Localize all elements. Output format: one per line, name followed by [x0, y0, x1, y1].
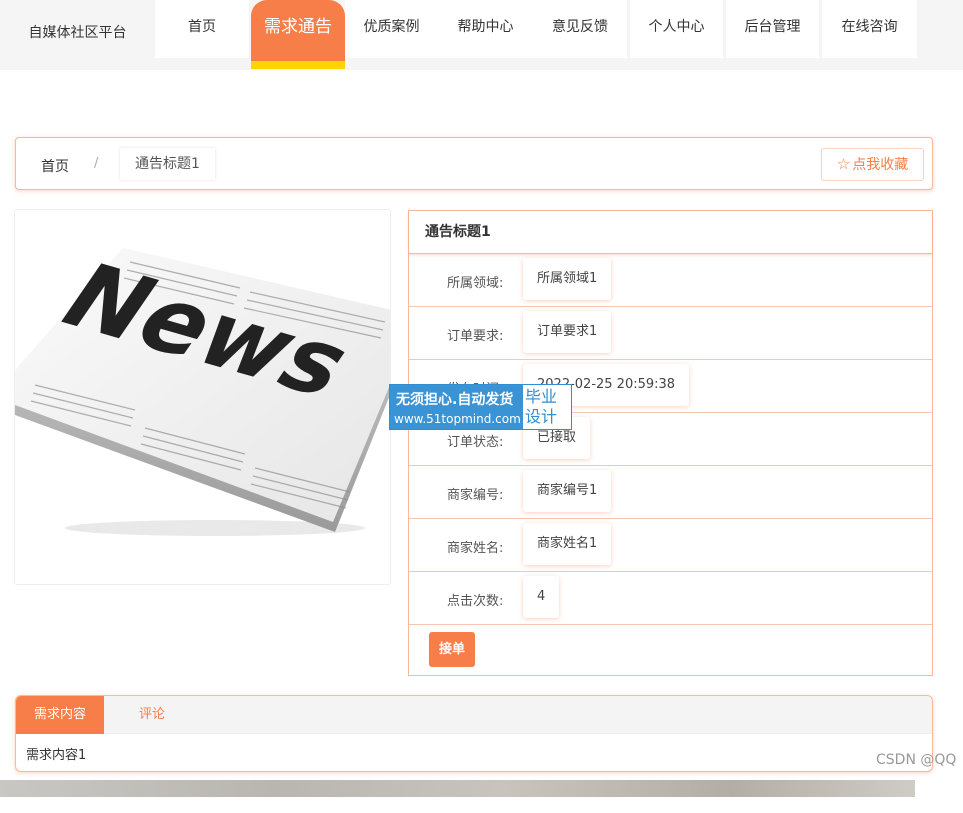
content-tabs: 需求内容 评论 需求内容1	[15, 695, 933, 772]
footer-banner	[0, 780, 915, 797]
nav-item-home[interactable]: 首页	[155, 0, 249, 58]
field-label: 点击次数:	[447, 594, 504, 609]
field-value: 4	[523, 576, 560, 618]
table-row: 所属领域: 所属领域1	[409, 254, 932, 307]
field-value: 订单要求1	[523, 311, 612, 353]
nav-item-consult[interactable]: 在线咨询	[822, 0, 917, 58]
field-label: 商家姓名:	[447, 541, 504, 556]
tab-content-text: 需求内容1	[26, 748, 87, 763]
tab-comments[interactable]: 评论	[104, 696, 200, 734]
breadcrumb-home[interactable]: 首页	[41, 156, 69, 176]
field-label: 商家编号:	[447, 488, 504, 503]
csdn-watermark: CSDN @QQ	[876, 752, 957, 768]
tabs-bar: 需求内容 评论	[16, 696, 932, 734]
breadcrumb: 首页 / 通告标题1 ☆ 点我收藏	[15, 137, 933, 190]
breadcrumb-separator: /	[94, 156, 99, 171]
nav-item-cases[interactable]: 优质案例	[345, 0, 438, 58]
table-row: 商家编号: 商家编号1	[409, 466, 932, 519]
accept-order-button[interactable]: 接单	[429, 632, 475, 667]
nav-item-admin[interactable]: 后台管理	[726, 0, 819, 58]
nav-item-feedback[interactable]: 意见反馈	[533, 0, 627, 58]
notice-detail-table: 通告标题1 所属领域: 所属领域1 订单要求: 订单要求1 发布时间: 2022…	[408, 210, 933, 676]
field-value: 所属领域1	[523, 258, 612, 300]
nav-active-indicator	[251, 61, 345, 69]
favorite-button[interactable]: ☆ 点我收藏	[821, 148, 924, 181]
watermark: 无须担心.自动发货 www.51topmind.com 毕业设计	[389, 384, 572, 430]
field-label: 所属领域:	[447, 276, 504, 291]
field-value: 商家编号1	[523, 470, 612, 512]
watermark-url: www.51topmind.com	[394, 412, 521, 426]
newspaper-illustration: News	[15, 242, 390, 536]
table-row: 商家姓名: 商家姓名1	[409, 519, 932, 572]
notice-title: 通告标题1	[409, 211, 932, 254]
watermark-right: 毕业设计	[525, 387, 558, 426]
table-row: 订单要求: 订单要求1	[409, 307, 932, 360]
notice-image: News	[14, 209, 391, 585]
top-navbar: 自媒体社区平台 首页 需求通告 优质案例 帮助中心 意见反馈 个人中心 后台管理…	[0, 0, 963, 70]
nav-item-notices[interactable]: 需求通告	[251, 0, 345, 62]
field-label: 订单状态:	[447, 435, 504, 450]
nav-item-profile[interactable]: 个人中心	[630, 0, 723, 58]
field-label: 订单要求:	[447, 329, 504, 344]
field-value: 商家姓名1	[523, 523, 612, 565]
watermark-slogan: 无须担心.自动发货	[396, 392, 514, 408]
tab-requirement-content[interactable]: 需求内容	[16, 696, 104, 734]
watermark-left: 无须担心.自动发货 www.51topmind.com	[390, 385, 523, 429]
breadcrumb-current: 通告标题1	[120, 148, 215, 180]
brand-title[interactable]: 自媒体社区平台	[0, 0, 155, 70]
table-row: 点击次数: 4	[409, 572, 932, 625]
favorite-label: 点我收藏	[852, 157, 909, 173]
star-icon: ☆	[836, 155, 851, 173]
nav-item-help[interactable]: 帮助中心	[438, 0, 533, 58]
